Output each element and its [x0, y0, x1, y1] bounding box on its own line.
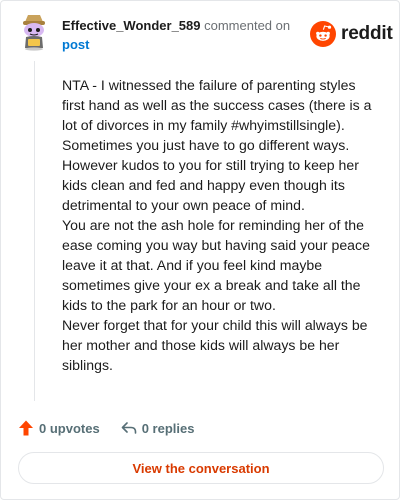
reply-arrow-icon: [121, 422, 136, 434]
post-link[interactable]: post: [62, 35, 89, 54]
embedded-comment-card: Effective_Wonder_589 commented on post r…: [0, 0, 400, 500]
commented-on-text: commented on: [200, 18, 291, 33]
upvotes-count: 0 upvotes: [39, 420, 100, 436]
snoo-avatar-icon: [23, 15, 45, 51]
view-conversation-button[interactable]: View the conversation: [18, 452, 384, 484]
comment-actions: 0 upvotes 0 replies: [17, 417, 194, 439]
comment-body: NTA - I witnessed the failure of parenti…: [62, 77, 372, 373]
replies-count: 0 replies: [141, 420, 195, 436]
comment-header: Effective_Wonder_589 commented on post: [62, 16, 302, 54]
thread-line: [34, 61, 35, 401]
user-avatar[interactable]: [18, 13, 50, 51]
upvote-button[interactable]: 0 upvotes: [17, 419, 100, 437]
reddit-wordmark: reddit: [341, 23, 393, 44]
reddit-brand[interactable]: reddit: [310, 21, 393, 47]
upvote-arrow-icon: [19, 420, 33, 436]
reddit-logo-icon: [310, 21, 336, 47]
replies-button[interactable]: 0 replies: [120, 419, 195, 437]
username-link[interactable]: Effective_Wonder_589: [62, 18, 201, 33]
